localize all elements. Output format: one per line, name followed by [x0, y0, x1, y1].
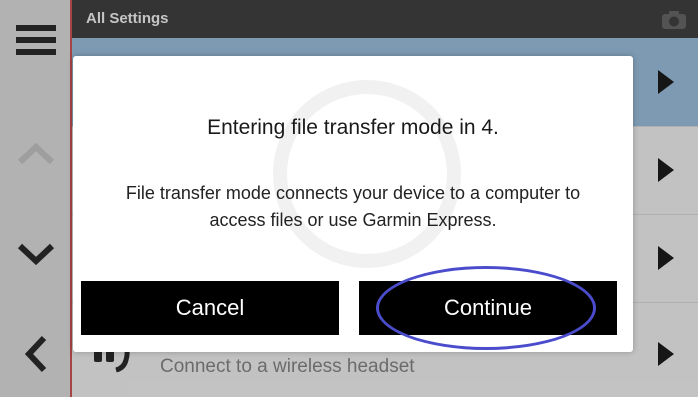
countdown-watermark: [273, 80, 461, 268]
dialog-message: File transfer mode connects your device …: [125, 183, 581, 230]
cancel-button[interactable]: Cancel: [81, 281, 339, 335]
dialog-title: Entering file transfer mode in 4.: [207, 116, 499, 139]
settings-screen: Connect to a wireless headset All Settin…: [0, 0, 698, 397]
highlight-annotation-circle: [376, 266, 596, 350]
